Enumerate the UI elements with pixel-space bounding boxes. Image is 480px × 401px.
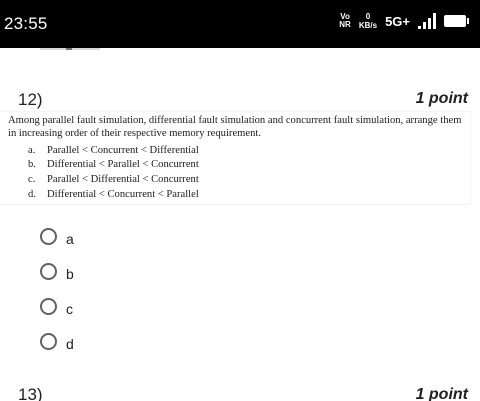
- radio-button-icon[interactable]: [40, 332, 57, 350]
- option-text: Parallel < Concurrent < Differential: [47, 145, 199, 156]
- option-letter: a.: [28, 145, 36, 156]
- question-text: Among parallel fault simulation, differe…: [8, 115, 462, 139]
- option-text: Differential < Concurrent < Parallel: [47, 189, 199, 200]
- network-speed: 0 KB/s: [359, 12, 377, 30]
- radio-button-icon[interactable]: [40, 297, 57, 315]
- signal-bars-icon: [418, 13, 436, 29]
- choice-label[interactable]: a: [66, 231, 74, 247]
- radio-button-icon[interactable]: [40, 227, 57, 245]
- volte-bottom-label: NR: [339, 20, 351, 29]
- option-letter: b.: [28, 159, 36, 170]
- choice-a[interactable]: a: [40, 225, 74, 247]
- next-question-number: 13): [18, 385, 43, 401]
- radio-button-icon[interactable]: [40, 262, 57, 280]
- option-text: Parallel < Differential < Concurrent: [47, 174, 199, 185]
- battery-icon: [444, 15, 469, 27]
- question-option-d: d. Differential < Concurrent < Parallel: [28, 189, 199, 200]
- network-type: 5G+: [385, 13, 410, 29]
- choice-label[interactable]: d: [66, 336, 74, 352]
- question-points: 1 point: [415, 90, 468, 107]
- network-speed-unit: KB/s: [358, 21, 378, 30]
- status-clock: 23:55: [4, 14, 48, 33]
- volte-icon: Vo NR: [339, 13, 351, 29]
- question-image: Among parallel fault simulation, differe…: [0, 112, 470, 204]
- question-option-b: b. Differential < Parallel < Concurrent: [28, 159, 199, 170]
- choice-c[interactable]: c: [40, 295, 73, 317]
- next-question-points: 1 point: [415, 386, 468, 401]
- choice-label[interactable]: b: [66, 266, 74, 282]
- previous-content-edge-icon: [40, 48, 100, 50]
- previous-question-fragment: [40, 48, 100, 54]
- option-letter: d.: [28, 189, 36, 200]
- question-option-a: a. Parallel < Concurrent < Differential: [28, 145, 199, 156]
- choice-d[interactable]: d: [40, 330, 74, 352]
- question-number: 12): [18, 90, 43, 109]
- choice-b[interactable]: b: [40, 260, 74, 282]
- option-text: Differential < Parallel < Concurrent: [47, 159, 199, 170]
- question-option-c: c. Parallel < Differential < Concurrent: [28, 174, 199, 185]
- option-letter: c.: [28, 174, 36, 185]
- network-speed-value: 0: [365, 12, 371, 21]
- choice-label[interactable]: c: [66, 301, 73, 317]
- status-bar: 23:55 Vo NR 0 KB/s 5G+: [0, 0, 480, 48]
- status-icons: Vo NR 0 KB/s 5G+: [339, 12, 469, 30]
